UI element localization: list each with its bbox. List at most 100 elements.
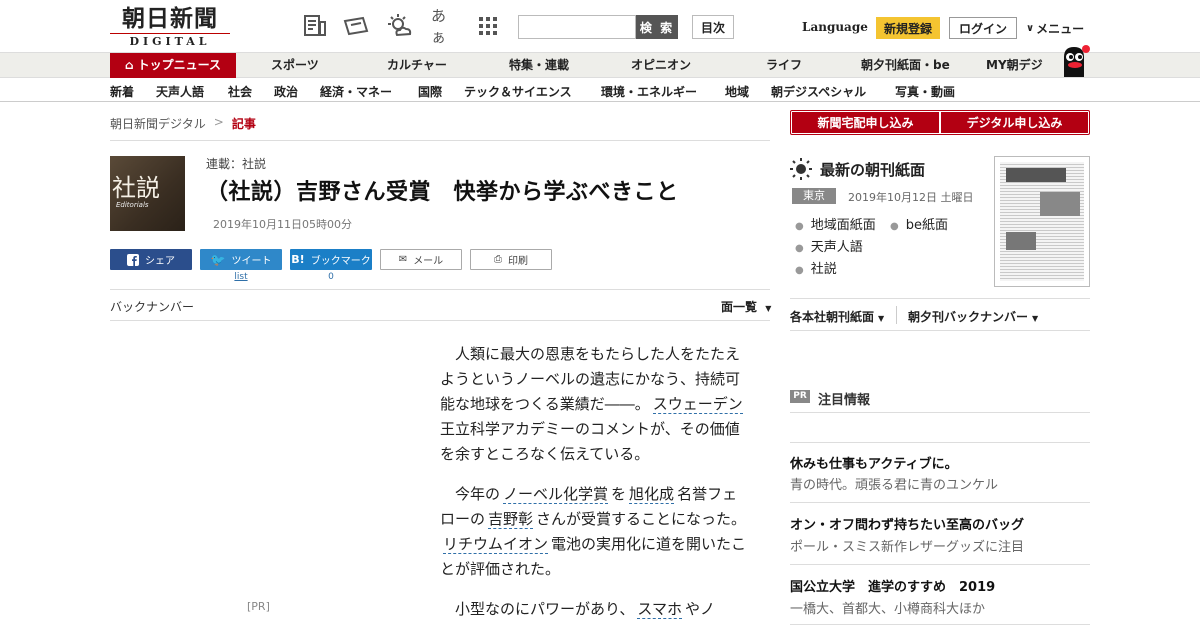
bullet-icon: ●	[890, 221, 899, 232]
keyword-link[interactable]: 吉野彰	[488, 510, 534, 529]
keyword-link[interactable]: スウェーデン	[652, 395, 743, 414]
search-input[interactable]	[518, 15, 636, 39]
logo-main-text: 朝日新聞	[122, 5, 218, 32]
subnav-item-environment[interactable]: 環境・エネルギー	[601, 83, 697, 100]
nav-item-sports[interactable]: スポーツ	[271, 53, 319, 78]
subnav-item-politics[interactable]: 政治	[274, 83, 298, 100]
site-logo[interactable]: 朝日新聞 DIGITAL	[110, 6, 230, 48]
subnav-item-latest[interactable]: 新着	[110, 83, 134, 100]
search-button[interactable]: 検 索	[636, 15, 678, 39]
menu-button[interactable]: ∨ メニュー	[1026, 20, 1084, 37]
newspaper-list-icon[interactable]	[302, 13, 328, 39]
triangle-down-icon: ▼	[1032, 314, 1039, 323]
newspaper-thumbnail[interactable]	[994, 156, 1090, 287]
keyword-link[interactable]: 旭化成	[629, 485, 675, 504]
sidebar-link-be[interactable]: ● be紙面	[890, 214, 948, 233]
editorial-image-subtext: Editorials	[116, 201, 149, 209]
backnumber-link[interactable]: バックナンバー	[110, 298, 194, 315]
series-label[interactable]: 連載：社説	[206, 155, 266, 172]
login-button[interactable]: ログイン	[949, 17, 1017, 39]
facebook-share-button[interactable]: シェア	[110, 249, 192, 270]
twitter-count[interactable]: list	[200, 272, 282, 282]
breadcrumb-home[interactable]: 朝日新聞デジタル	[110, 115, 206, 132]
hatena-bookmark-button[interactable]: B! ブックマーク	[290, 249, 372, 270]
nav-item-opinion[interactable]: オピニオン	[631, 53, 691, 78]
language-link[interactable]: Language	[802, 20, 868, 34]
paragraph-text: さんが受賞することになった。	[536, 510, 747, 528]
register-button[interactable]: 新規登録	[876, 17, 940, 39]
pr-badge: PR	[790, 390, 810, 403]
font-size-icon[interactable]: あぁ	[431, 7, 457, 46]
nav-item-culture[interactable]: カルチャー	[387, 53, 447, 78]
subnav-item-tech-science[interactable]: テック＆サイエンス	[464, 83, 572, 100]
sidebar-link-label: 天声人語	[810, 240, 863, 255]
pagelist-dropdown[interactable]: 面一覧 ▼	[721, 298, 771, 315]
nav-item-my-asadigi[interactable]: MY朝デジ	[986, 53, 1043, 78]
main-nav: ⌂ トップニュース スポーツ カルチャー 特集・連載 オピニオン ライフ 朝夕刊紙…	[0, 52, 1200, 78]
subnav-item-special[interactable]: 朝デジスペシャル	[771, 83, 866, 100]
divider	[790, 624, 1090, 625]
nav-item-features[interactable]: 特集・連載	[509, 53, 569, 78]
ad-subtitle: 一橋大、首都大、小樽商科大ほか	[790, 602, 986, 617]
hatena-count: 0	[328, 272, 334, 282]
dropdown-label: 各本社朝刊紙面	[790, 310, 875, 324]
keyword-link[interactable]: スマホ	[637, 600, 682, 619]
ticket-icon[interactable]	[343, 13, 369, 39]
divider	[896, 306, 897, 324]
editorial-image-text: 社説	[112, 174, 160, 202]
sidebar-link-tenseijingo[interactable]: ● 天声人語	[795, 236, 863, 255]
index-button[interactable]: 目次	[692, 15, 734, 39]
ad-title[interactable]: 休みも仕事もアクティブに。	[790, 453, 958, 472]
grid-menu-icon[interactable]	[475, 13, 501, 39]
print-button[interactable]: ⎙ 印刷	[470, 249, 552, 270]
site-header: 朝日新聞 DIGITAL あぁ 検 索 目次 Language 新規登録 ログイ…	[0, 0, 1200, 52]
printer-icon: ⎙	[494, 254, 502, 265]
keyword-link[interactable]: ノーベル化学賞	[503, 485, 609, 504]
chevron-down-icon: ∨	[1026, 23, 1035, 34]
dropdown-label: 朝夕刊バックナンバー	[908, 310, 1029, 324]
bullet-icon: ●	[795, 265, 804, 276]
subnav-item-region[interactable]: 地域	[725, 83, 749, 100]
weather-icon[interactable]	[387, 13, 413, 39]
subnav-item-international[interactable]: 国際	[418, 83, 442, 100]
article-paragraph: 人類に最大の恩恵をもたらした人をたたえようというノーベルの遺志にかなう、持続可能…	[440, 342, 752, 467]
triangle-down-icon: ▼	[765, 304, 772, 313]
backnumber-dropdown[interactable]: 朝夕刊バックナンバー ▼	[908, 308, 1038, 325]
divider	[790, 442, 1090, 443]
regional-morning-dropdown[interactable]: 各本社朝刊紙面 ▼	[790, 308, 884, 325]
subnav-item-tenseijingo[interactable]: 天声人語	[156, 83, 204, 100]
divider	[790, 298, 1090, 299]
subnav-item-photo-video[interactable]: 写真・動画	[895, 83, 955, 100]
divider	[790, 564, 1090, 565]
ad-title[interactable]: 国公立大学 進学のすすめ 2019	[790, 576, 995, 595]
subnav-item-society[interactable]: 社会	[228, 83, 252, 100]
digital-subscribe-button[interactable]: デジタル申し込み	[941, 112, 1088, 133]
hatena-bookmark-label: ブックマーク	[310, 256, 371, 267]
nav-item-paper[interactable]: 朝夕刊紙面・be	[861, 53, 950, 78]
bullet-icon: ●	[795, 221, 804, 232]
nav-item-top-news[interactable]: ⌂ トップニュース	[110, 53, 236, 78]
mail-button[interactable]: ✉ メール	[380, 249, 462, 270]
featured-info-title: 注目情報	[818, 393, 871, 408]
article-paragraph: 今年の ノーベル化学賞を旭化成 名誉フェローの 吉野彰 さんが受賞することになった。リチ…	[440, 482, 752, 582]
nav-item-life[interactable]: ライフ	[766, 53, 802, 78]
twitter-icon: 🐦	[210, 252, 226, 267]
logo-sub-text: DIGITAL	[110, 33, 230, 48]
twitter-tweet-button[interactable]: 🐦 ツイート	[200, 249, 282, 270]
nav-top-label: トップニュース	[137, 58, 221, 72]
sidebar-link-regional[interactable]: ● 地域面紙面	[795, 214, 876, 233]
sidebar-link-label: 社説	[810, 262, 837, 277]
divider	[110, 320, 770, 321]
divider	[110, 289, 770, 290]
divider	[790, 330, 1090, 331]
ad-title[interactable]: オン・オフ問わず持ちたい至高のバッグ	[790, 514, 1024, 533]
bullet-icon: ●	[795, 243, 804, 254]
keyword-link[interactable]: リチウムイオン	[443, 535, 549, 554]
facebook-icon	[127, 253, 139, 266]
mascot-icon[interactable]	[1056, 43, 1092, 79]
twitter-tweet-label: ツイート	[231, 256, 272, 267]
subnav-item-economy[interactable]: 経済・マネー	[320, 83, 392, 100]
home-icon: ⌂	[125, 58, 134, 72]
newspaper-delivery-button[interactable]: 新聞宅配申し込み	[792, 112, 939, 133]
sidebar-link-editorial[interactable]: ● 社説	[795, 258, 837, 277]
